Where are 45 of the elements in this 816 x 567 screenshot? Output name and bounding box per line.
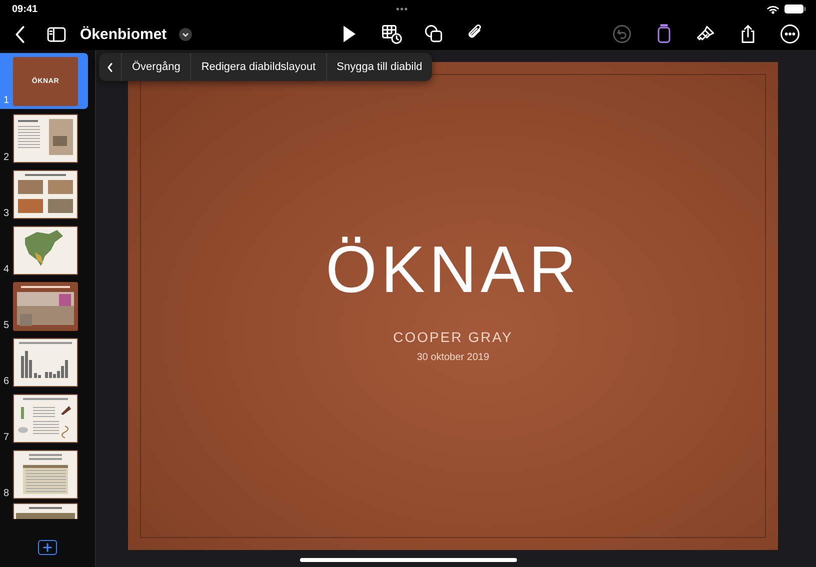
slide-thumbnail[interactable]: 5 (0, 277, 85, 333)
slide-number: 2 (2, 152, 9, 163)
slide-preview-drawing (13, 394, 78, 443)
more-button[interactable] (778, 22, 802, 46)
add-slide-button[interactable] (38, 540, 57, 555)
slide-preview-drawing (13, 450, 78, 499)
status-time: 09:41 (12, 4, 38, 14)
slide-preview-drawing (13, 282, 78, 331)
slide-thumbnail[interactable]: 2 (0, 109, 85, 165)
slide-preview-drawing (13, 338, 78, 387)
plus-icon (43, 543, 52, 552)
slide-preview-drawing (13, 170, 78, 219)
slide-thumbnail[interactable]: 7 (0, 389, 85, 445)
slide-number: 4 (2, 264, 9, 275)
chevron-down-icon (179, 28, 192, 40)
slide-number: 5 (2, 320, 9, 331)
slide-thumbnail[interactable]: 8 (0, 445, 85, 501)
table-icon (381, 23, 403, 45)
slide-thumbnail[interactable]: 6 (0, 333, 85, 389)
slide-preview-drawing (13, 114, 78, 163)
slide-number: 6 (2, 376, 9, 387)
slide-number: 8 (2, 488, 9, 499)
wifi-icon (767, 4, 779, 14)
sidebar-icon (46, 26, 66, 42)
slide-date: 30 oktober 2019 (416, 352, 490, 363)
table-button[interactable] (380, 22, 404, 46)
slide-thumbnail[interactable]: 3 (0, 165, 85, 221)
slide-number: 7 (2, 432, 9, 443)
slide-thumbnail[interactable]: 4 (0, 221, 85, 277)
menu-item[interactable]: Snygga till diabild (326, 53, 432, 81)
slide-author: COOPER GRAY (393, 329, 513, 345)
menu-item[interactable]: Övergång (121, 53, 190, 81)
battery-icon (784, 4, 806, 14)
document-title[interactable]: Ökenbiomet (80, 26, 167, 42)
menu-item[interactable]: Redigera diabildslayout (190, 53, 326, 81)
slide-number: 1 (2, 95, 9, 106)
chevron-left-icon (15, 26, 25, 42)
chevron-left-icon (107, 62, 113, 72)
slide-preview-drawing (13, 226, 78, 275)
shapes-icon (423, 23, 445, 45)
slide-title: ÖKNAR (326, 231, 580, 307)
slide-number: 3 (2, 208, 9, 219)
undo-icon (611, 23, 633, 45)
more-icon (779, 23, 801, 45)
multitask-dots[interactable]: ••• (396, 4, 409, 14)
